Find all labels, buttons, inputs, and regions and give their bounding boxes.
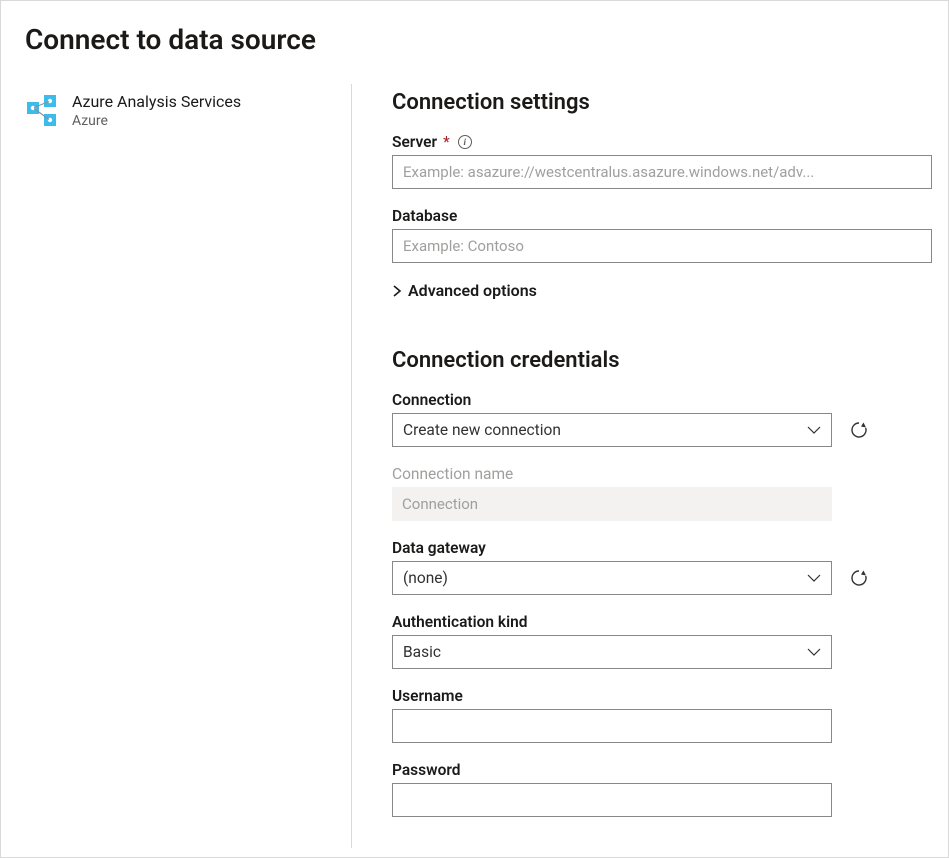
chevron-down-icon: [807, 573, 821, 583]
connection-label: Connection: [392, 391, 471, 409]
gateway-label: Data gateway: [392, 539, 486, 557]
refresh-gateway-button[interactable]: [848, 567, 870, 589]
chevron-right-icon: [392, 285, 402, 297]
azure-analysis-services-icon: [25, 94, 58, 127]
source-name: Azure Analysis Services: [72, 92, 241, 113]
page-title: Connect to data source: [25, 23, 948, 56]
gateway-select-value: (none): [403, 569, 448, 587]
dialog-connect-data-source: Connect to data source: [0, 0, 949, 858]
auth-kind-select-value: Basic: [403, 643, 441, 661]
server-input[interactable]: [392, 155, 932, 189]
chevron-down-icon: [807, 647, 821, 657]
required-indicator: *: [443, 133, 450, 151]
section-connection-settings: Connection settings: [392, 90, 932, 115]
auth-kind-label: Authentication kind: [392, 613, 528, 631]
source-category: Azure: [72, 113, 241, 129]
username-label: Username: [392, 687, 463, 705]
advanced-options-label: Advanced options: [408, 281, 537, 300]
right-panel: Connection settings Server * i Database: [352, 84, 949, 848]
selected-source[interactable]: Azure Analysis Services Azure: [25, 92, 351, 129]
connection-name-label: Connection name: [392, 465, 513, 483]
connection-name-input: [392, 487, 832, 521]
section-connection-credentials: Connection credentials: [392, 348, 932, 373]
info-icon[interactable]: i: [458, 135, 472, 149]
username-input[interactable]: [392, 709, 832, 743]
database-input[interactable]: [392, 229, 932, 263]
connection-select[interactable]: Create new connection: [392, 413, 832, 447]
connection-select-value: Create new connection: [403, 421, 561, 439]
database-label: Database: [392, 207, 457, 225]
gateway-select[interactable]: (none): [392, 561, 832, 595]
chevron-down-icon: [807, 425, 821, 435]
refresh-connection-button[interactable]: [848, 419, 870, 441]
server-label: Server: [392, 133, 437, 151]
left-panel: Azure Analysis Services Azure: [1, 84, 351, 848]
advanced-options-toggle[interactable]: Advanced options: [392, 281, 932, 300]
password-input[interactable]: [392, 783, 832, 817]
password-label: Password: [392, 761, 461, 779]
auth-kind-select[interactable]: Basic: [392, 635, 832, 669]
